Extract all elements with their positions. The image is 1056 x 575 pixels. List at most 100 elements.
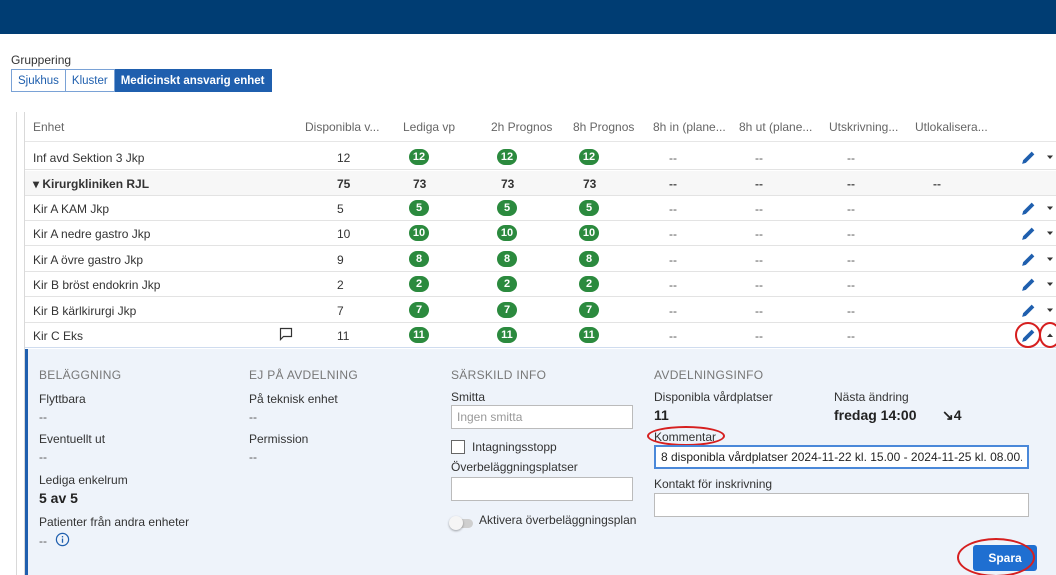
lediga-value-badge: 11 — [409, 327, 429, 343]
col-header-8h-ut[interactable]: 8h ut (plane... — [739, 120, 812, 134]
teknisk-enhet-value: -- — [249, 410, 257, 424]
unit-name: ▾ Kirurgkliniken RJL — [33, 177, 149, 191]
aktivera-overbelaggningsplan-toggle[interactable] — [449, 516, 473, 530]
expand-caret-icon[interactable] — [1044, 226, 1056, 240]
utlok-value: -- — [933, 177, 941, 191]
in8-value: -- — [669, 278, 677, 292]
unit-name: Kir A KAM Jkp — [33, 202, 110, 216]
nasta-andring-change: ↘4 — [942, 407, 962, 423]
edit-pencil-icon[interactable] — [1020, 251, 1037, 268]
p8-value-badge: 10 — [579, 225, 599, 241]
unit-name: Kir A övre gastro Jkp — [33, 253, 144, 267]
overbelaggningsplatser-input[interactable] — [451, 477, 633, 501]
col-header-8h-prognos[interactable]: 8h Prognos — [573, 120, 634, 134]
permission-label: Permission — [249, 432, 309, 446]
edit-highlight-circle — [1015, 322, 1041, 348]
units-panel: Enhet Disponibla v... Lediga vp 2h Progn… — [16, 112, 1056, 575]
p2-value-badge: 10 — [497, 225, 517, 241]
p2-value-badge: 2 — [497, 276, 517, 292]
p2-value-badge: 5 — [497, 200, 517, 216]
info-icon[interactable] — [55, 532, 70, 547]
kontakt-inskrivning-input[interactable] — [654, 493, 1029, 517]
table-row[interactable]: Kir A nedre gastro Jkp 10 10 10 10 -- -- -- — [25, 221, 1056, 246]
in8-value: -- — [669, 329, 677, 343]
grouping-option-kluster[interactable]: Kluster — [65, 69, 115, 92]
unit-name: Kir B bröst endokrin Jkp — [33, 278, 161, 292]
expand-caret-icon[interactable] — [1044, 252, 1056, 266]
unit-name: Kir B kärlkirurgi Jkp — [33, 304, 137, 318]
ut8-value: -- — [755, 329, 763, 343]
grouping-option-sjukhus[interactable]: Sjukhus — [11, 69, 66, 92]
col-header-enhet[interactable]: Enhet — [33, 120, 64, 134]
expand-caret-icon[interactable] — [1044, 150, 1056, 164]
patienter-andra-enheter-label: Patienter från andra enheter — [39, 515, 190, 529]
in8-value: -- — [669, 304, 677, 318]
p8-value-badge: 11 — [579, 327, 599, 343]
in8-value: -- — [669, 253, 677, 267]
belaggning-heading: BELÄGGNING — [39, 368, 122, 382]
edit-pencil-icon[interactable] — [1020, 200, 1037, 217]
lediga-enkelrum-label: Lediga enkelrum — [39, 473, 128, 487]
disponibla-vardplatser-value: 11 — [654, 407, 669, 423]
col-header-2h-prognos[interactable]: 2h Prognos — [491, 120, 552, 134]
kommentar-highlight-circle — [647, 426, 725, 446]
ut8-value: -- — [755, 227, 763, 241]
table-row[interactable]: Kir B kärlkirurgi Jkp 7 7 7 7 -- -- -- — [25, 298, 1056, 323]
table-row[interactable]: Inf avd Sektion 3 Jkp 12 12 12 12 -- -- -- — [25, 145, 1056, 170]
table-row[interactable]: Kir C Eks 11 11 11 11 -- -- -- — [25, 322, 1056, 348]
grouping-label: Gruppering — [11, 53, 72, 67]
p2-value-badge: 11 — [497, 327, 517, 343]
col-header-disponibla[interactable]: Disponibla v... — [305, 120, 379, 134]
disponibla-value: 9 — [337, 253, 344, 267]
edit-pencil-icon[interactable] — [1020, 149, 1037, 166]
permission-value: -- — [249, 450, 257, 464]
expand-caret-icon[interactable] — [1044, 277, 1056, 291]
table-header: Enhet Disponibla v... Lediga vp 2h Progn… — [25, 112, 1056, 142]
col-header-lediga[interactable]: Lediga vp — [403, 120, 455, 134]
aktivera-overbelaggningsplan-label: Aktivera överbeläggningsplan — [479, 513, 637, 527]
grouping-segmented-control: Sjukhus Kluster Medicinskt ansvarig enhe… — [11, 69, 272, 92]
ut8-value: -- — [755, 202, 763, 216]
p2-value: 73 — [501, 177, 515, 191]
p8-value-badge: 5 — [579, 200, 599, 216]
edit-pencil-icon[interactable] — [1020, 276, 1037, 293]
expand-caret-icon[interactable] — [1044, 303, 1056, 317]
unit-name: Inf avd Sektion 3 Jkp — [33, 151, 145, 165]
nasta-andring-label: Nästa ändring — [834, 390, 909, 404]
utskr-value: -- — [847, 253, 855, 267]
p8-value-badge: 12 — [579, 149, 599, 165]
col-header-utskrivning[interactable]: Utskrivning... — [829, 120, 898, 134]
utskr-value: -- — [847, 202, 855, 216]
ut8-value: -- — [755, 151, 763, 165]
comment-icon[interactable] — [279, 327, 293, 341]
ut8-value: -- — [755, 177, 763, 191]
top-app-bar — [0, 0, 1056, 34]
save-highlight-circle — [957, 538, 1035, 575]
table-row[interactable]: Kir B bröst endokrin Jkp 2 2 2 2 -- -- -- — [25, 272, 1056, 297]
lediga-enkelrum-value: 5 av 5 — [39, 490, 78, 506]
expand-caret-icon[interactable] — [1044, 201, 1056, 215]
disponibla-value: 5 — [337, 202, 344, 216]
edit-pencil-icon[interactable] — [1020, 302, 1037, 319]
unit-name: Kir A nedre gastro Jkp — [33, 227, 151, 241]
lediga-value-badge: 2 — [409, 276, 429, 292]
grouping-option-medicinskt-ansvarig-enhet[interactable]: Medicinskt ansvarig enhet — [114, 69, 272, 92]
smitta-input[interactable] — [451, 405, 633, 429]
table-group-row[interactable]: ▾ Kirurgkliniken RJL 75 73 73 73 -- -- -- -- — [25, 171, 1056, 196]
disponibla-value: 12 — [337, 151, 351, 165]
col-header-utlokalisera[interactable]: Utlokalisera... — [915, 120, 988, 134]
table-row[interactable]: Kir A övre gastro Jkp 9 8 8 8 -- -- -- — [25, 247, 1056, 272]
intagningsstopp-checkbox[interactable] — [451, 440, 465, 454]
disponibla-value: 75 — [337, 177, 351, 191]
p8-value-badge: 8 — [579, 251, 599, 267]
p8-value-badge: 2 — [579, 276, 599, 292]
unit-detail-panel: BELÄGGNING Flyttbara -- Eventuellt ut --… — [25, 349, 1056, 575]
utskr-value: -- — [847, 177, 855, 191]
nasta-andring-value: fredag 14:00 — [834, 407, 917, 423]
in8-value: -- — [669, 177, 677, 191]
expand-chevron-icon[interactable]: ▾ — [33, 177, 42, 191]
kommentar-input[interactable] — [654, 445, 1029, 469]
col-header-8h-in[interactable]: 8h in (plane... — [653, 120, 726, 134]
edit-pencil-icon[interactable] — [1020, 225, 1037, 242]
table-row[interactable]: Kir A KAM Jkp 5 5 5 5 -- -- -- — [25, 196, 1056, 221]
